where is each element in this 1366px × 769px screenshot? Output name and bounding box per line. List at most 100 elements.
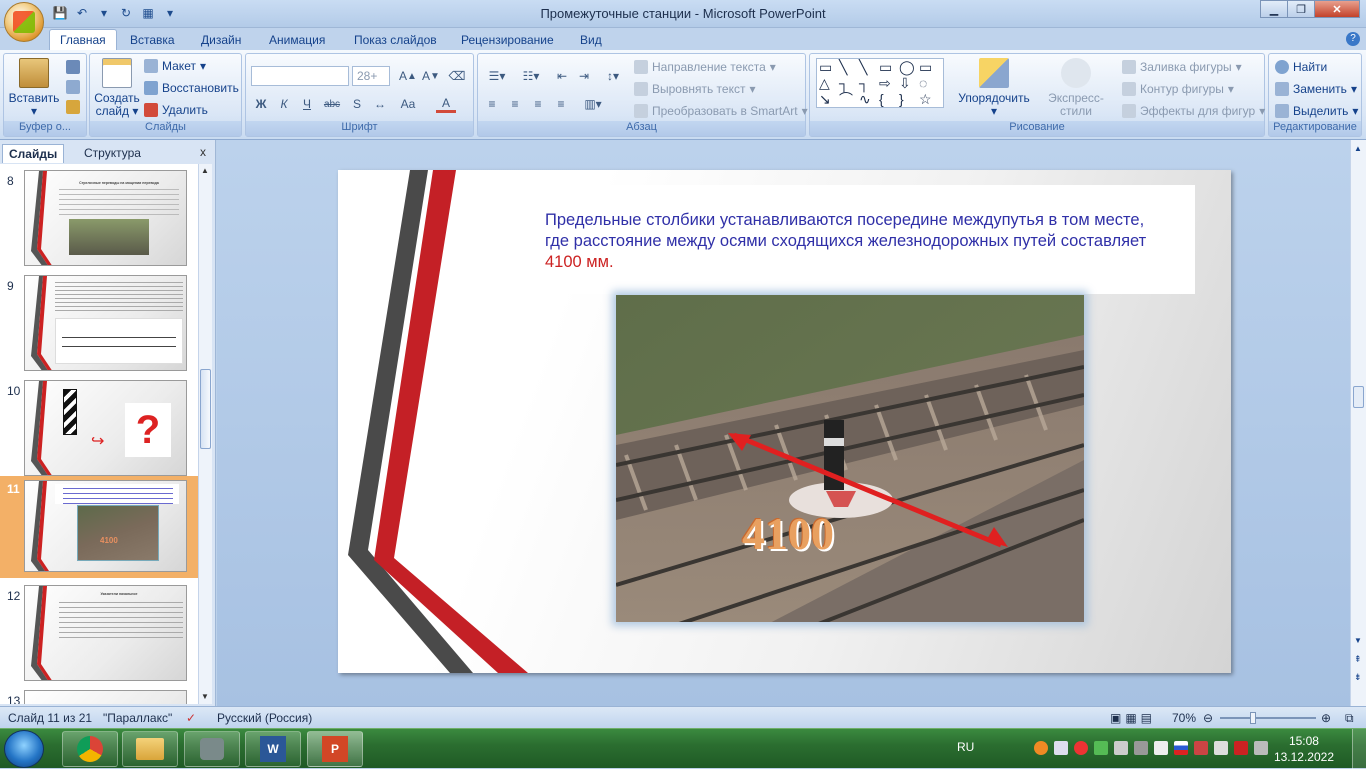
chrome-taskbar-button[interactable]: [62, 731, 118, 767]
bullets-icon[interactable]: ☰▾: [482, 67, 512, 85]
clear-format-icon[interactable]: ⌫: [447, 67, 467, 85]
slide-text-box[interactable]: Предельные столбики устанавливаются посе…: [496, 185, 1195, 294]
workspace-scrollbar[interactable]: ▲ ▼ ⇞ ⇟: [1350, 140, 1366, 706]
signal-icon[interactable]: [1154, 741, 1168, 755]
slide-thumb-8[interactable]: 8 Стрелочные переводы на мощении перевод…: [0, 168, 198, 270]
slide-thumb-9[interactable]: 9: [0, 273, 198, 375]
increase-indent-icon[interactable]: ⇥: [574, 67, 594, 85]
arrange-button[interactable]: Упорядочить ▾: [956, 58, 1032, 118]
office-button[interactable]: [4, 2, 44, 42]
tab-insert[interactable]: Вставка: [130, 31, 175, 49]
font-color-button[interactable]: A: [436, 95, 456, 113]
settings-icon[interactable]: [1114, 741, 1128, 755]
scroll-thumb[interactable]: [200, 369, 211, 449]
tab-review[interactable]: Рецензирование: [461, 31, 554, 49]
next-slide-icon[interactable]: ⇟: [1354, 672, 1362, 683]
spacing-icon[interactable]: ↔: [370, 95, 390, 113]
help-icon[interactable]: ?: [1346, 32, 1360, 46]
scroll-down-icon[interactable]: ▼: [201, 692, 209, 701]
grow-font-button[interactable]: A ▲: [398, 67, 418, 85]
numbering-icon[interactable]: ☷▾: [516, 67, 546, 85]
flag-ru-icon[interactable]: [1174, 741, 1188, 755]
scroll-up-icon[interactable]: ▲: [1354, 144, 1362, 153]
tab-outline[interactable]: Структура: [78, 144, 147, 162]
paste-button[interactable]: Вставить ▾: [8, 58, 60, 118]
shrink-font-button[interactable]: A ▼: [421, 67, 441, 85]
select-button[interactable]: Выделить ▾: [1275, 104, 1358, 118]
start-button[interactable]: [4, 730, 44, 768]
tab-slides[interactable]: Слайды: [2, 144, 65, 163]
find-button[interactable]: Найти: [1275, 60, 1327, 74]
shadow-button[interactable]: S: [347, 95, 367, 113]
layout-button[interactable]: Макет ▾: [144, 59, 206, 73]
zoom-in-icon[interactable]: ⊕: [1321, 711, 1331, 725]
yandex-icon[interactable]: [1074, 741, 1088, 755]
network-icon[interactable]: [1194, 741, 1208, 755]
tab-view[interactable]: Вид: [580, 31, 602, 49]
align-left-icon[interactable]: ≡: [482, 95, 502, 113]
close-button[interactable]: ✕: [1314, 0, 1360, 18]
new-slide-button[interactable]: Создать слайд ▾: [93, 58, 141, 118]
italic-button[interactable]: К: [274, 95, 294, 113]
prev-slide-icon[interactable]: ⇞: [1354, 654, 1362, 665]
slide-thumb-13[interactable]: 13: [0, 688, 198, 704]
update-icon[interactable]: [1094, 741, 1108, 755]
copy-icon[interactable]: [66, 80, 80, 94]
usb-icon[interactable]: [1134, 741, 1148, 755]
font-size-input[interactable]: 28+: [352, 66, 390, 86]
phone-taskbar-button[interactable]: [184, 731, 240, 767]
tab-animation[interactable]: Анимация: [269, 31, 325, 49]
zoom-slider[interactable]: [1220, 712, 1316, 724]
minimize-button[interactable]: ▁: [1260, 0, 1288, 18]
zoom-slider-thumb[interactable]: [1250, 712, 1256, 724]
strike-button[interactable]: abc: [322, 95, 342, 113]
text-direction-button[interactable]: Направление текста ▾: [634, 60, 776, 74]
tray-extra-icon[interactable]: [1254, 741, 1268, 755]
replace-button[interactable]: Заменить ▾: [1275, 82, 1357, 96]
avast-icon[interactable]: [1034, 741, 1048, 755]
keyboard-language[interactable]: RU: [957, 740, 974, 754]
cut-icon[interactable]: [66, 60, 80, 74]
panel-scrollbar[interactable]: ▲ ▼: [198, 164, 212, 704]
slide-thumb-10[interactable]: 10 ↪ ?: [0, 378, 198, 480]
delete-button[interactable]: Удалить: [144, 103, 208, 117]
current-slide[interactable]: Предельные столбики устанавливаются посе…: [338, 170, 1231, 673]
slide-thumb-12[interactable]: 12 Указатели начальное: [0, 583, 198, 685]
maximize-button[interactable]: ❐: [1287, 0, 1315, 18]
scroll-down-icon[interactable]: ▼: [1354, 636, 1362, 645]
zoom-level[interactable]: 70%: [1172, 711, 1196, 725]
word-taskbar-button[interactable]: W: [245, 731, 301, 767]
zoom-out-icon[interactable]: ⊖: [1203, 711, 1213, 725]
clock[interactable]: 15:08 13.12.2022: [1274, 733, 1334, 765]
align-center-icon[interactable]: ≡: [505, 95, 525, 113]
shape-effects-button[interactable]: Эффекты для фигур ▾: [1122, 104, 1265, 118]
format-painter-icon[interactable]: [66, 100, 80, 114]
volume-icon[interactable]: [1214, 741, 1228, 755]
bold-button[interactable]: Ж: [251, 95, 271, 113]
slide-thumb-11[interactable]: 11 4100: [0, 476, 198, 578]
shapes-gallery[interactable]: ▭ ╲ ╲ ▭ ◯ ▭ △ ┐ ┐ ⇨ ⇩ ◌ ↘ ⌒ ∿{} ☆: [816, 58, 944, 108]
scroll-thumb[interactable]: [1353, 386, 1364, 408]
show-desktop-button[interactable]: [1352, 729, 1366, 769]
decrease-indent-icon[interactable]: ⇤: [552, 67, 572, 85]
tab-slideshow[interactable]: Показ слайдов: [354, 31, 437, 49]
shield-icon[interactable]: [1234, 741, 1248, 755]
language-indicator[interactable]: Русский (Россия): [217, 711, 312, 725]
shape-fill-button[interactable]: Заливка фигуры ▾: [1122, 60, 1242, 74]
smartart-button[interactable]: Преобразовать в SmartArt ▾: [634, 104, 808, 118]
close-panel-icon[interactable]: x: [200, 145, 206, 159]
underline-button[interactable]: Ч: [297, 95, 317, 113]
case-button[interactable]: Aa: [398, 95, 418, 113]
view-buttons[interactable]: ▣▦▤: [1110, 711, 1156, 725]
scroll-up-icon[interactable]: ▲: [201, 166, 209, 175]
reset-button[interactable]: Восстановить: [144, 81, 239, 95]
explorer-taskbar-button[interactable]: [122, 731, 178, 767]
font-name-input[interactable]: [251, 66, 349, 86]
line-spacing-icon[interactable]: ↕▾: [598, 67, 628, 85]
tab-home[interactable]: Главная: [49, 29, 117, 50]
shape-outline-button[interactable]: Контур фигуры ▾: [1122, 82, 1234, 96]
bluetooth-icon[interactable]: [1054, 741, 1068, 755]
slide-photo[interactable]: 4100: [616, 295, 1084, 622]
powerpoint-taskbar-button[interactable]: P: [307, 731, 363, 767]
columns-icon[interactable]: ▥▾: [578, 95, 608, 113]
